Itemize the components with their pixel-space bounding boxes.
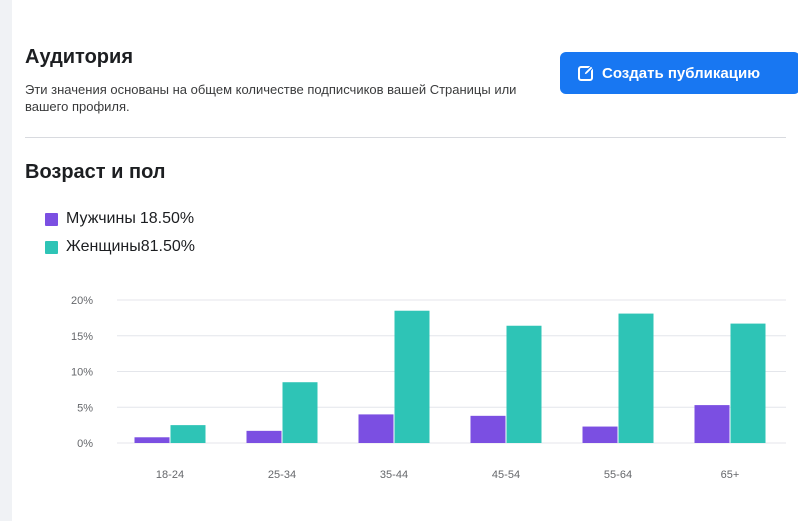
bar-male[interactable] bbox=[134, 437, 170, 443]
y-tick-label: 20% bbox=[71, 295, 93, 307]
bar-female[interactable] bbox=[506, 325, 542, 443]
bar-male[interactable] bbox=[470, 415, 506, 443]
bar-female[interactable] bbox=[618, 313, 654, 443]
y-tick-label: 10% bbox=[71, 367, 93, 379]
x-tick-label: 55-64 bbox=[604, 469, 632, 481]
y-tick-label: 0% bbox=[77, 438, 93, 450]
bar-male[interactable] bbox=[358, 414, 394, 443]
bar-male[interactable] bbox=[694, 405, 730, 443]
bar-male[interactable] bbox=[246, 430, 282, 443]
bar-female[interactable] bbox=[282, 382, 318, 443]
y-tick-label: 5% bbox=[77, 402, 93, 414]
bar-male[interactable] bbox=[582, 426, 618, 443]
age-gender-chart: 0% 5% 10% 15% 20% 18-24 25-34 35-44 45-54 55-64 65… bbox=[71, 295, 786, 481]
x-tick-label: 65+ bbox=[721, 469, 740, 481]
x-tick-label: 45-54 bbox=[492, 469, 520, 481]
x-tick-label: 35-44 bbox=[380, 469, 408, 481]
y-tick-label: 15% bbox=[71, 331, 93, 343]
x-tick-label: 25-34 bbox=[268, 469, 296, 481]
bar-female[interactable] bbox=[394, 310, 430, 443]
x-tick-label: 18-24 bbox=[156, 469, 184, 481]
bar-female[interactable] bbox=[730, 323, 766, 443]
bar-female[interactable] bbox=[170, 425, 206, 443]
